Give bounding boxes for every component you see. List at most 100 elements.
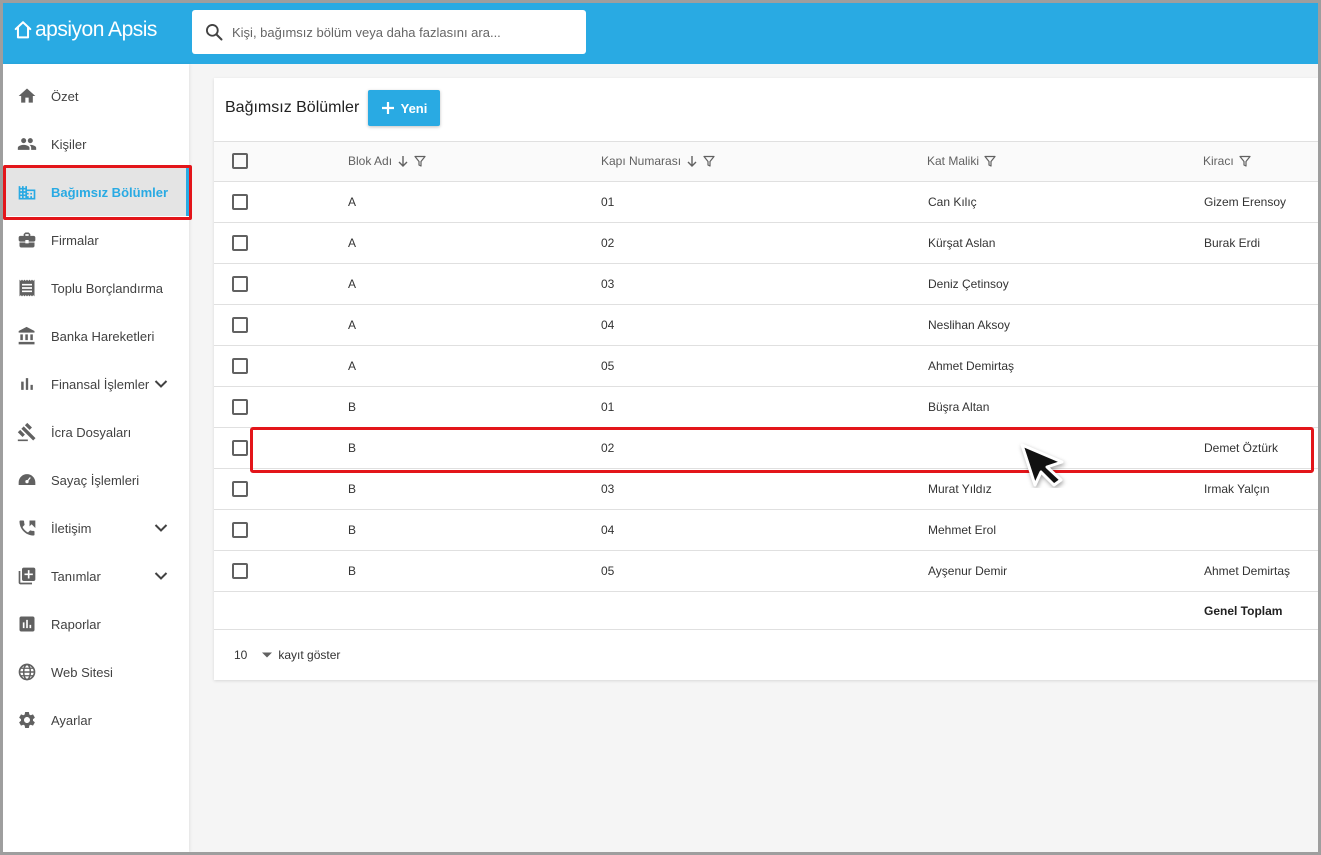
sort-down-icon[interactable] <box>397 155 409 167</box>
row-checkbox[interactable] <box>232 481 248 497</box>
column-label: Kat Maliki <box>927 154 980 168</box>
sidebar-item-iletisim[interactable]: İletişim <box>3 504 189 552</box>
cell-blok: B <box>348 441 357 455</box>
top-bar: apsiyon Apsis <box>0 0 1321 64</box>
sidebar-item-label: Kişiler <box>51 136 87 152</box>
home-icon <box>17 86 37 106</box>
sidebar-item-web-sitesi[interactable]: Web Sitesi <box>3 648 189 696</box>
receipt-icon <box>17 278 37 298</box>
cell-malik: Murat Yıldız <box>928 482 992 496</box>
sidebar-item-bagimsiz-bolumler[interactable]: Bağımsız Bölümler <box>3 168 189 216</box>
sidebar-item-tanimlar[interactable]: Tanımlar <box>3 552 189 600</box>
row-checkbox[interactable] <box>232 563 248 579</box>
plus-icon <box>381 101 395 115</box>
page-size-selector[interactable]: 10 kayıt göster <box>234 648 340 662</box>
search-input[interactable] <box>232 24 572 40</box>
table-row[interactable]: A 05 Ahmet Demirtaş <box>214 346 1318 387</box>
row-checkbox[interactable] <box>232 317 248 333</box>
sidebar-item-kisiler[interactable]: Kişiler <box>3 120 189 168</box>
globe-icon <box>17 662 37 682</box>
row-checkbox[interactable] <box>232 522 248 538</box>
filter-icon[interactable] <box>414 155 426 167</box>
cell-blok: B <box>348 523 357 537</box>
table-row[interactable]: B 05 Ayşenur Demir Ahmet Demirtaş <box>214 551 1318 592</box>
cell-kiraci: Burak Erdi <box>1204 236 1261 250</box>
row-checkbox[interactable] <box>232 440 248 456</box>
sidebar-item-label: Web Sitesi <box>51 664 113 680</box>
sort-down-icon[interactable] <box>686 155 698 167</box>
logo-text: apsiyon Apsis <box>35 18 157 41</box>
sidebar-item-label: Banka Hareketleri <box>51 328 155 344</box>
cell-kapi: 05 <box>601 359 615 373</box>
house-outline-icon <box>14 21 32 39</box>
sidebar-item-raporlar[interactable]: Raporlar <box>3 600 189 648</box>
row-checkbox[interactable] <box>232 358 248 374</box>
table-row[interactable]: B 04 Mehmet Erol <box>214 510 1318 551</box>
cell-malik: Büşra Altan <box>928 400 990 414</box>
sidebar-item-sayac-islemleri[interactable]: Sayaç İşlemleri <box>3 456 189 504</box>
cell-malik: Ayşenur Demir <box>928 564 1008 578</box>
search-box[interactable] <box>192 10 586 54</box>
sidebar-item-icra-dosyalari[interactable]: İcra Dosyaları <box>3 408 189 456</box>
column-header-blok[interactable]: Blok Adı <box>348 154 426 168</box>
sidebar-item-label: Bağımsız Bölümler <box>51 184 169 200</box>
library-add-icon <box>17 566 37 586</box>
sidebar-item-label: Toplu Borçlandırma <box>51 280 163 296</box>
cell-malik: Kürşat Aslan <box>928 236 996 250</box>
cell-blok: B <box>348 482 357 496</box>
sidebar-item-label: Firmalar <box>51 232 99 248</box>
sidebar-item-firmalar[interactable]: Firmalar <box>3 216 189 264</box>
chevron-down-icon[interactable] <box>153 568 169 584</box>
building-icon <box>17 182 37 202</box>
cell-kapi: 01 <box>601 195 615 209</box>
column-header-kat-maliki[interactable]: Kat Maliki <box>927 154 996 168</box>
cell-kiraci: Irmak Yalçın <box>1204 482 1270 496</box>
column-header-kiraci[interactable]: Kiracı <box>1203 154 1251 168</box>
row-checkbox[interactable] <box>232 194 248 210</box>
column-label: Blok Adı <box>348 154 393 168</box>
total-label: Genel Toplam <box>1204 604 1283 618</box>
chevron-down-icon[interactable] <box>153 376 169 392</box>
cell-kapi: 03 <box>601 277 615 291</box>
sidebar-item-ayarlar[interactable]: Ayarlar <box>3 696 189 744</box>
table-row[interactable]: B 01 Büşra Altan <box>214 387 1318 428</box>
cell-kapi: 05 <box>601 564 615 578</box>
filter-icon[interactable] <box>1239 155 1251 167</box>
cell-blok: A <box>348 195 357 209</box>
gavel-icon <box>17 422 37 442</box>
filter-icon[interactable] <box>703 155 715 167</box>
filter-icon[interactable] <box>984 155 996 167</box>
bar-chart-icon <box>17 374 37 394</box>
row-checkbox[interactable] <box>232 276 248 292</box>
table-row[interactable]: B 03 Murat Yıldız Irmak Yalçın <box>214 469 1318 510</box>
new-button[interactable]: Yeni <box>368 90 440 126</box>
column-header-kapi[interactable]: Kapı Numarası <box>601 154 715 168</box>
cell-kiraci: Demet Öztürk <box>1204 441 1279 455</box>
caret-down-icon[interactable] <box>261 651 273 659</box>
table-row[interactable]: A 02 Kürşat Aslan Burak Erdi <box>214 223 1318 264</box>
app-logo[interactable]: apsiyon Apsis <box>12 18 157 42</box>
total-row: Genel Toplam <box>214 591 1318 630</box>
cell-blok: B <box>348 400 357 414</box>
page-size-value[interactable]: 10 <box>234 648 247 662</box>
cell-malik: Can Kılıç <box>928 195 977 209</box>
row-checkbox[interactable] <box>232 399 248 415</box>
row-checkbox[interactable] <box>232 235 248 251</box>
table-row[interactable]: A 01 Can Kılıç Gizem Erensoy <box>214 182 1318 223</box>
cell-blok: A <box>348 318 357 332</box>
sidebar-item-banka-hareketleri[interactable]: Banka Hareketleri <box>3 312 189 360</box>
units-panel: Bağımsız Bölümler Yeni Blok Adı Kapı Num… <box>214 78 1318 680</box>
cell-kapi: 02 <box>601 441 615 455</box>
chevron-down-icon[interactable] <box>153 520 169 536</box>
select-all-checkbox[interactable] <box>232 153 248 169</box>
table-row[interactable]: A 03 Deniz Çetinsoy <box>214 264 1318 305</box>
sidebar-item-ozet[interactable]: Özet <box>3 72 189 120</box>
sidebar-item-toplu-borclandirma[interactable]: Toplu Borçlandırma <box>3 264 189 312</box>
table-row[interactable]: A 04 Neslihan Aksoy <box>214 305 1318 346</box>
sidebar-item-finansal-islemler[interactable]: Finansal İşlemler <box>3 360 189 408</box>
briefcase-icon <box>17 230 37 250</box>
sidebar-item-label: Finansal İşlemler <box>51 376 150 392</box>
table-row[interactable]: B 02 Demet Öztürk <box>214 428 1318 469</box>
cell-blok: A <box>348 359 357 373</box>
cell-kiraci: Gizem Erensoy <box>1204 195 1287 209</box>
